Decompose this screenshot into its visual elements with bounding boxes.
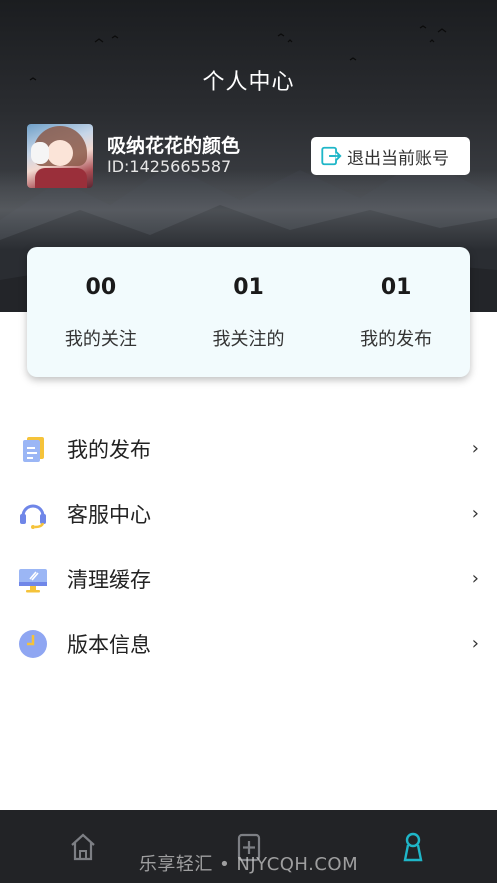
user-id: ID:1425665587 — [107, 157, 232, 176]
chevron-right-icon: › — [471, 633, 479, 654]
menu-item-clear-cache[interactable]: 清理缓存 › — [0, 546, 497, 611]
stat-my-posts[interactable]: 01 我的发布 — [322, 247, 470, 377]
birds-decoration — [29, 25, 447, 81]
settings-menu: 我的发布 › 客服中心 › 清理缓存 › 版本信息 › — [0, 416, 497, 676]
menu-item-customer-service[interactable]: 客服中心 › — [0, 481, 497, 546]
clock-icon — [19, 629, 47, 658]
monitor-icon — [19, 568, 47, 592]
chevron-right-icon: › — [471, 438, 479, 459]
logout-button[interactable]: 退出当前账号 — [311, 137, 470, 175]
chevron-right-icon: › — [471, 503, 479, 524]
document-icon — [23, 436, 44, 462]
stat-label: 我关注的 — [212, 329, 285, 350]
stat-value: 00 — [85, 275, 117, 300]
stat-label: 我的关注 — [64, 329, 137, 350]
logout-label: 退出当前账号 — [347, 148, 449, 169]
menu-item-label: 清理缓存 — [67, 567, 151, 592]
page-title: 个人中心 — [202, 70, 295, 95]
menu-item-my-posts[interactable]: 我的发布 › — [0, 416, 497, 481]
stat-my-follows[interactable]: 00 我的关注 — [27, 247, 175, 377]
menu-item-label: 我的发布 — [67, 437, 151, 462]
username: 吸纳花花的颜色 — [107, 135, 241, 157]
avatar[interactable] — [27, 124, 93, 188]
menu-item-label: 客服中心 — [67, 502, 151, 527]
stats-card: 00 我的关注 01 我关注的 01 我的发布 — [27, 247, 470, 377]
watermark: 乐享轻汇 • NJYCQH.COM — [138, 854, 359, 875]
stat-value: 01 — [233, 275, 264, 300]
stat-following-me[interactable]: 01 我关注的 — [175, 247, 323, 377]
menu-item-label: 版本信息 — [67, 632, 151, 657]
logout-icon — [321, 146, 342, 166]
menu-item-version-info[interactable]: 版本信息 › — [0, 611, 497, 676]
stat-value: 01 — [380, 275, 412, 300]
chevron-right-icon: › — [471, 568, 479, 589]
headset-icon — [20, 504, 46, 529]
stat-label: 我的发布 — [360, 329, 433, 350]
